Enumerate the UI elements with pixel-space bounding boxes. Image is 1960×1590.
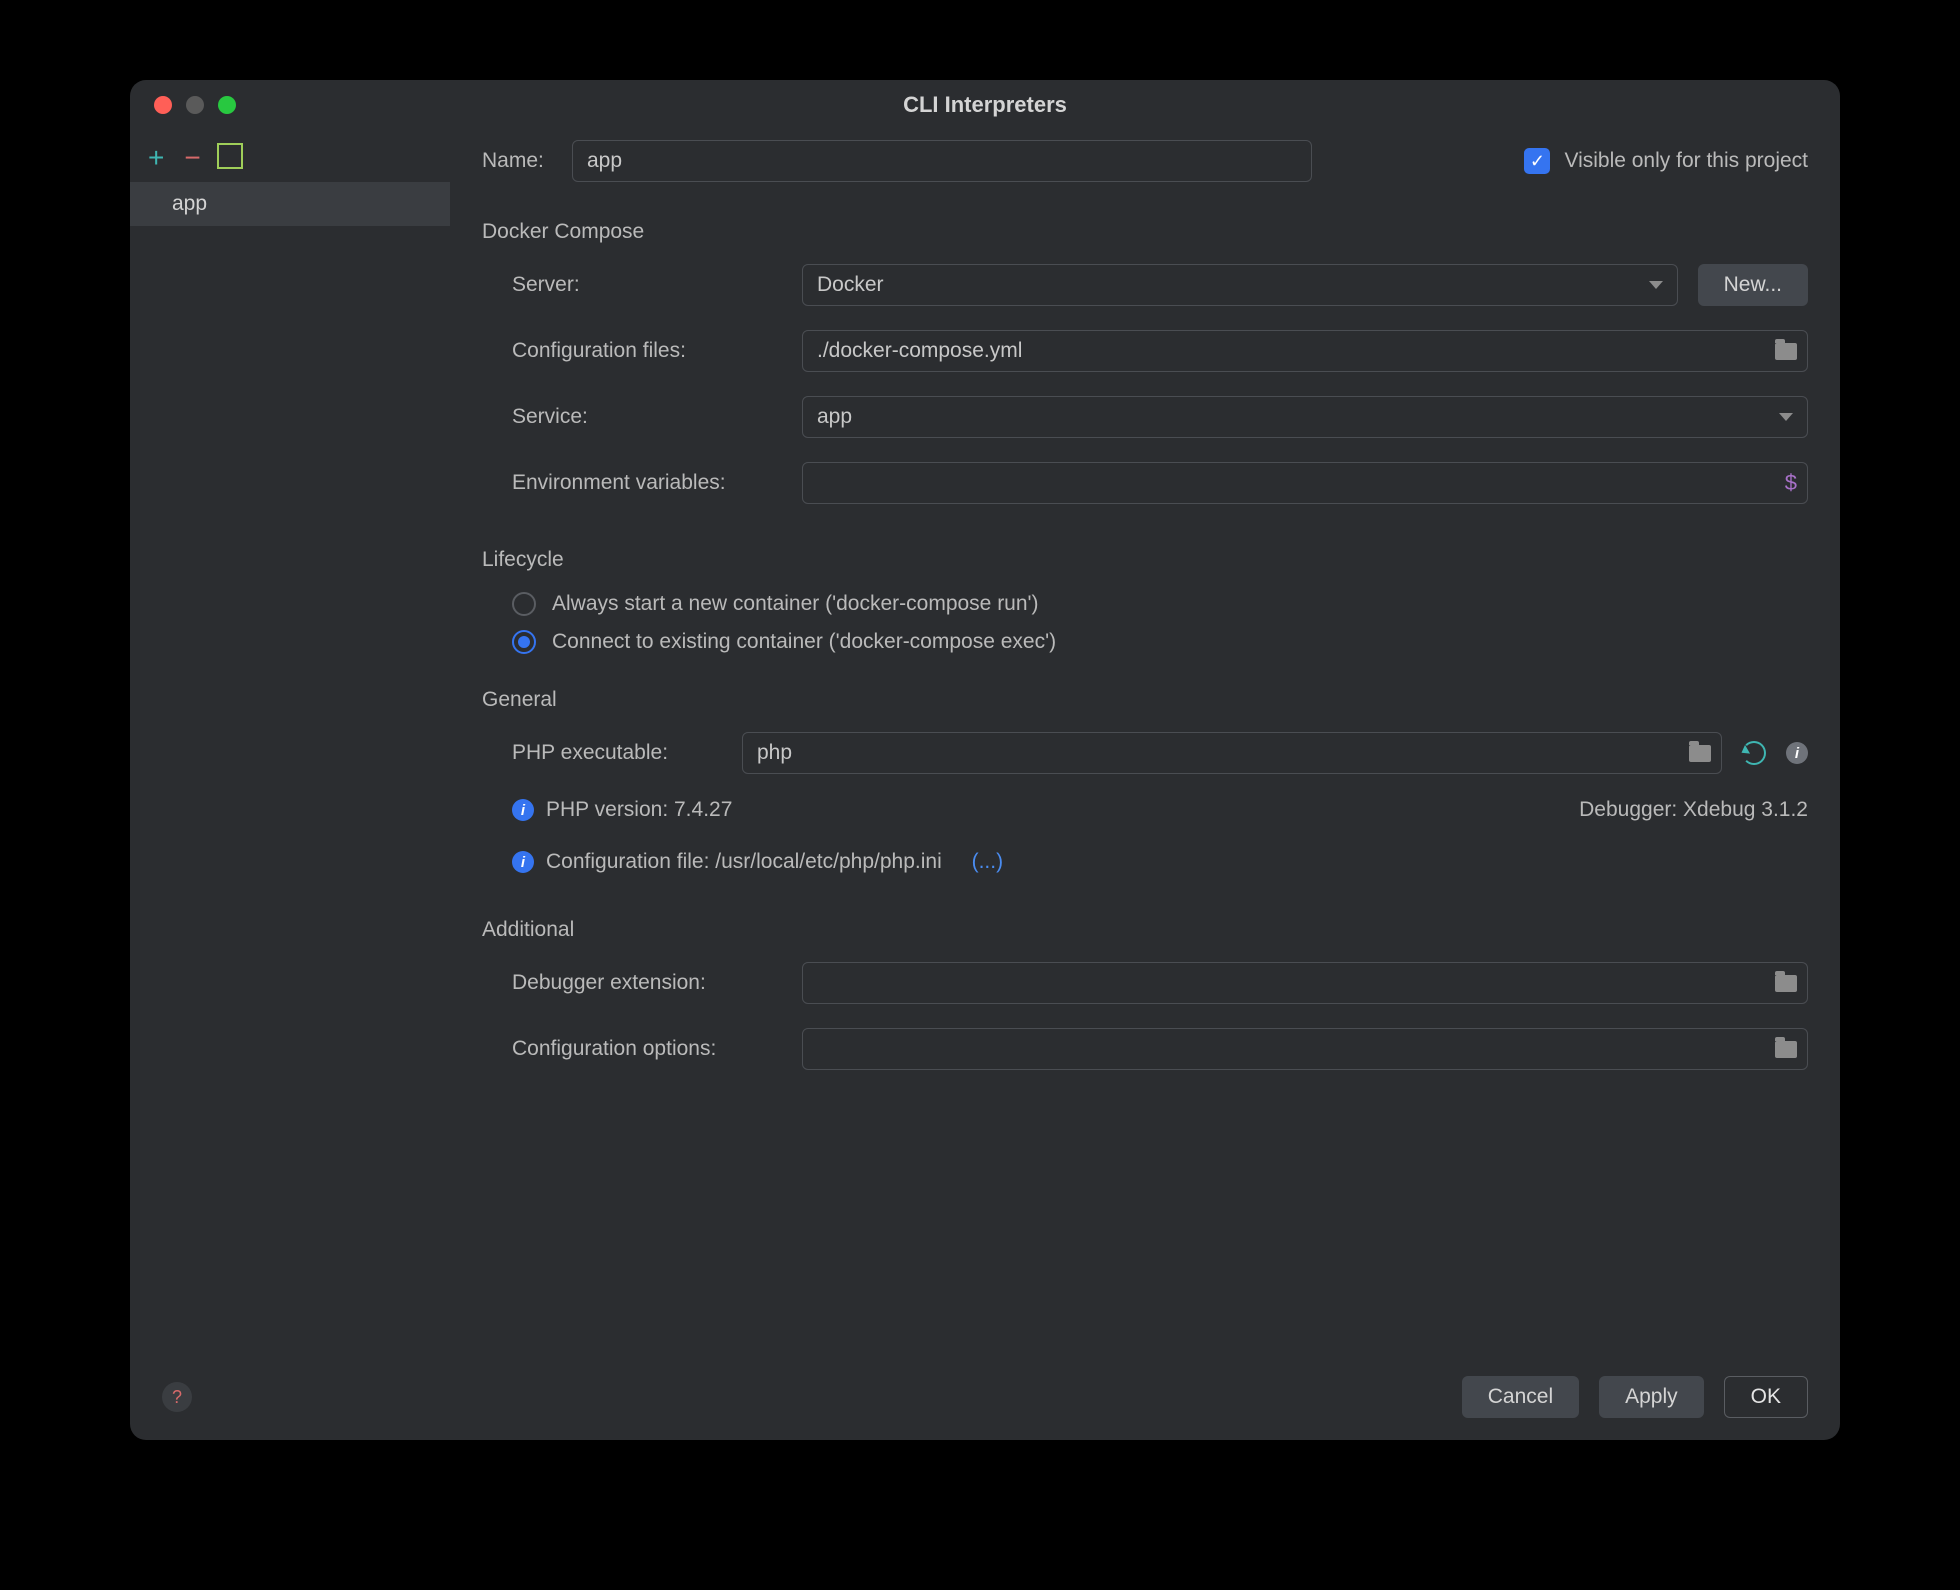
service-value: app — [817, 405, 852, 429]
remove-interpreter-icon[interactable]: − — [184, 142, 200, 174]
info-icon: i — [512, 799, 534, 821]
section-additional: Additional — [482, 918, 1808, 942]
minimize-window-icon[interactable] — [186, 96, 204, 114]
ok-button[interactable]: OK — [1724, 1376, 1808, 1418]
apply-button[interactable]: Apply — [1599, 1376, 1704, 1418]
radio-icon[interactable] — [512, 630, 536, 654]
info-icon[interactable]: i — [1786, 742, 1808, 764]
name-input[interactable] — [572, 140, 1312, 182]
visible-only-project[interactable]: ✓ Visible only for this project — [1524, 148, 1808, 174]
radio-icon[interactable] — [512, 592, 536, 616]
maximize-window-icon[interactable] — [218, 96, 236, 114]
copy-interpreter-icon[interactable] — [221, 147, 243, 169]
visible-only-checkbox[interactable]: ✓ — [1524, 148, 1550, 174]
section-general: General — [482, 688, 1808, 712]
env-vars-input[interactable]: $ — [802, 462, 1808, 504]
chevron-down-icon — [1779, 413, 1793, 421]
close-window-icon[interactable] — [154, 96, 172, 114]
service-select[interactable]: app — [802, 396, 1808, 438]
config-file-more[interactable]: (...) — [972, 850, 1004, 874]
php-exec-value: php — [757, 741, 1689, 765]
env-vars-label: Environment variables: — [512, 471, 802, 495]
config-files-label: Configuration files: — [512, 339, 802, 363]
reload-icon[interactable] — [1742, 741, 1766, 765]
lifecycle-exec-label: Connect to existing container ('docker-c… — [552, 630, 1056, 654]
lifecycle-run-label: Always start a new container ('docker-co… — [552, 592, 1039, 616]
window-controls — [130, 96, 236, 114]
config-opts-label: Configuration options: — [512, 1037, 802, 1061]
debugger-label: Debugger: Xdebug 3.1.2 — [1579, 798, 1808, 822]
debugger-ext-input[interactable] — [802, 962, 1808, 1004]
interpreter-list-item[interactable]: app — [130, 182, 450, 226]
config-opts-input[interactable] — [802, 1028, 1808, 1070]
add-interpreter-icon[interactable]: + — [148, 142, 164, 174]
section-docker-compose: Docker Compose — [482, 220, 1808, 244]
php-version-label: PHP version: 7.4.27 — [546, 798, 732, 822]
folder-icon[interactable] — [1775, 343, 1797, 360]
lifecycle-option-exec[interactable]: Connect to existing container ('docker-c… — [512, 630, 1808, 654]
info-icon: i — [512, 851, 534, 873]
help-icon[interactable]: ? — [162, 1382, 192, 1412]
titlebar: CLI Interpreters — [130, 80, 1840, 130]
visible-only-label: Visible only for this project — [1564, 149, 1808, 173]
sidebar: + − app — [130, 130, 450, 1353]
config-files-input[interactable]: ./docker-compose.yml — [802, 330, 1808, 372]
lifecycle-option-run[interactable]: Always start a new container ('docker-co… — [512, 592, 1808, 616]
config-files-value: ./docker-compose.yml — [817, 339, 1775, 363]
interpreter-list: app — [130, 182, 450, 1353]
new-server-button[interactable]: New... — [1698, 264, 1808, 306]
dialog-footer: ? Cancel Apply OK — [130, 1353, 1840, 1440]
php-exec-label: PHP executable: — [512, 741, 722, 765]
folder-icon[interactable] — [1775, 1041, 1797, 1058]
server-value: Docker — [817, 273, 884, 297]
server-select[interactable]: Docker — [802, 264, 1678, 306]
window-title: CLI Interpreters — [130, 92, 1840, 118]
env-vars-icon[interactable]: $ — [1785, 470, 1797, 496]
name-label: Name: — [482, 149, 572, 173]
section-lifecycle: Lifecycle — [482, 548, 1808, 572]
sidebar-toolbar: + − — [130, 130, 450, 182]
cancel-button[interactable]: Cancel — [1462, 1376, 1579, 1418]
cli-interpreters-dialog: CLI Interpreters + − app Name: ✓ Visible… — [130, 80, 1840, 1440]
service-label: Service: — [512, 405, 802, 429]
php-exec-input[interactable]: php — [742, 732, 1722, 774]
debugger-ext-label: Debugger extension: — [512, 971, 802, 995]
folder-icon[interactable] — [1775, 975, 1797, 992]
server-label: Server: — [512, 273, 802, 297]
chevron-down-icon — [1649, 281, 1663, 289]
folder-icon[interactable] — [1689, 745, 1711, 762]
config-file-label: Configuration file: /usr/local/etc/php/p… — [546, 850, 942, 874]
content-panel: Name: ✓ Visible only for this project Do… — [450, 130, 1840, 1353]
